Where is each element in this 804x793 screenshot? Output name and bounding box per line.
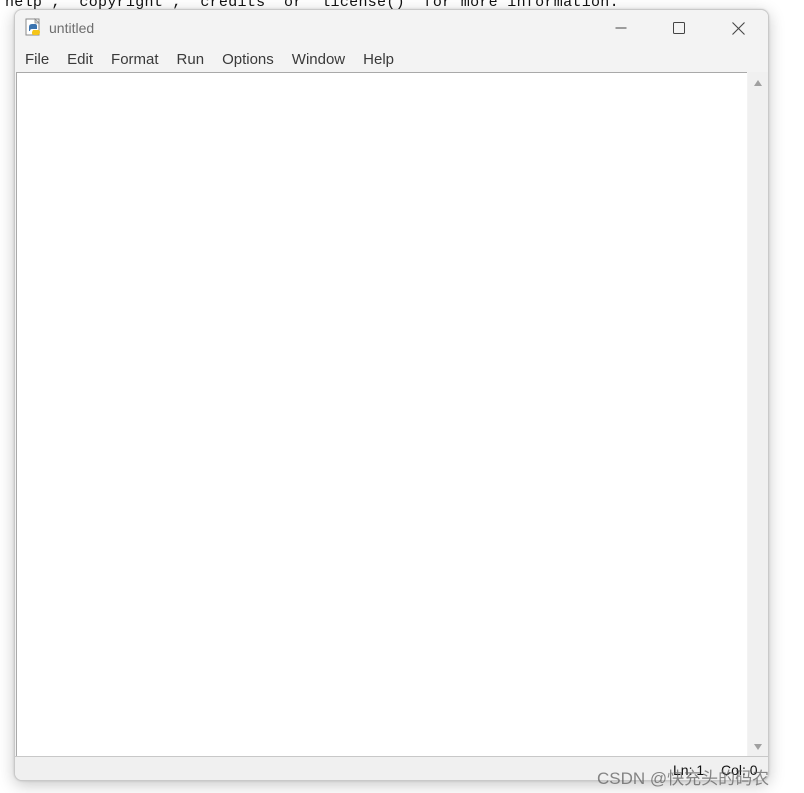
vertical-scrollbar[interactable] xyxy=(748,72,768,756)
menu-format[interactable]: Format xyxy=(111,51,159,68)
code-editor-area[interactable] xyxy=(16,72,747,756)
close-icon xyxy=(731,21,745,35)
scroll-up-arrow-icon[interactable] xyxy=(753,78,763,88)
menu-run[interactable]: Run xyxy=(177,51,205,68)
maximize-icon xyxy=(673,22,685,34)
menu-help[interactable]: Help xyxy=(363,51,394,68)
menu-window[interactable]: Window xyxy=(292,51,345,68)
close-button[interactable] xyxy=(709,10,767,46)
title-bar[interactable]: untitled xyxy=(15,10,768,46)
menu-file[interactable]: File xyxy=(25,51,49,68)
idle-editor-window: untitled File Edit Format Run Options Wi… xyxy=(14,9,769,781)
python-idle-icon xyxy=(25,18,40,36)
watermark-text: CSDN @快充头的码农 xyxy=(597,769,770,788)
menu-bar: File Edit Format Run Options Window Help xyxy=(15,46,768,72)
window-title: untitled xyxy=(49,20,95,36)
menu-options[interactable]: Options xyxy=(222,51,274,68)
maximize-button[interactable] xyxy=(650,10,708,46)
scroll-down-arrow-icon[interactable] xyxy=(753,742,763,752)
minimize-button[interactable] xyxy=(592,10,650,46)
minimize-icon xyxy=(615,27,627,29)
menu-edit[interactable]: Edit xyxy=(67,51,93,68)
